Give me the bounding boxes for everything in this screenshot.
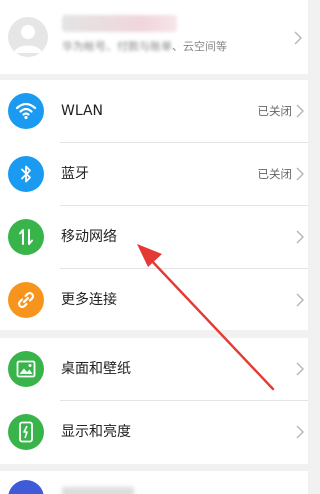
mobile-network-row[interactable]: 移动网络	[0, 206, 308, 268]
more-connections-row[interactable]: 更多连接	[0, 269, 308, 331]
wifi-icon	[8, 93, 44, 129]
display-brightness-label: 显示和亮度	[61, 424, 131, 440]
chevron-right-icon	[294, 104, 306, 118]
wallpaper-icon	[8, 351, 44, 387]
more-connections-label: 更多连接	[61, 292, 117, 308]
display-brightness-row[interactable]: 显示和亮度	[0, 401, 308, 463]
chevron-right-icon	[294, 293, 306, 307]
account-subtitle-prefix: 华为帐号、	[62, 40, 117, 53]
chevron-right-icon	[294, 425, 306, 439]
partial-next-group	[0, 471, 308, 494]
mobile-data-icon	[8, 219, 44, 255]
wlan-status: 已关闭	[257, 104, 293, 118]
wallpaper-label: 桌面和壁纸	[61, 361, 131, 377]
account-name-blurred	[62, 15, 177, 32]
bluetooth-row[interactable]: 蓝牙 已关闭	[0, 143, 308, 205]
avatar	[8, 17, 48, 57]
mobile-network-label: 移动网络	[61, 229, 117, 245]
account-card[interactable]: 华为帐号、付款与账单、云空间等	[0, 0, 308, 74]
chevron-right-icon	[294, 167, 306, 181]
wlan-row[interactable]: WLAN 已关闭	[0, 80, 308, 142]
bluetooth-label: 蓝牙	[61, 166, 89, 182]
account-subtitle-blurred: 付款与账单	[117, 40, 172, 53]
partial-row-blurred	[62, 487, 134, 494]
partial-settings-icon	[8, 480, 44, 494]
wlan-label: WLAN	[61, 103, 104, 119]
network-settings-group: WLAN 已关闭 蓝牙 已关闭 移动网络 更多连接	[0, 80, 308, 330]
display-icon	[8, 414, 44, 450]
account-subtitle: 华为帐号、付款与账单、云空间等	[62, 38, 227, 54]
link-icon	[8, 282, 44, 318]
bluetooth-icon	[8, 156, 44, 192]
chevron-right-icon	[294, 230, 306, 244]
display-settings-group: 桌面和壁纸 显示和亮度	[0, 338, 308, 464]
bluetooth-status: 已关闭	[257, 167, 293, 181]
account-subtitle-suffix: 、云空间等	[172, 40, 227, 53]
wallpaper-row[interactable]: 桌面和壁纸	[0, 338, 308, 400]
chevron-right-icon	[294, 362, 306, 376]
chevron-right-icon	[294, 30, 306, 45]
